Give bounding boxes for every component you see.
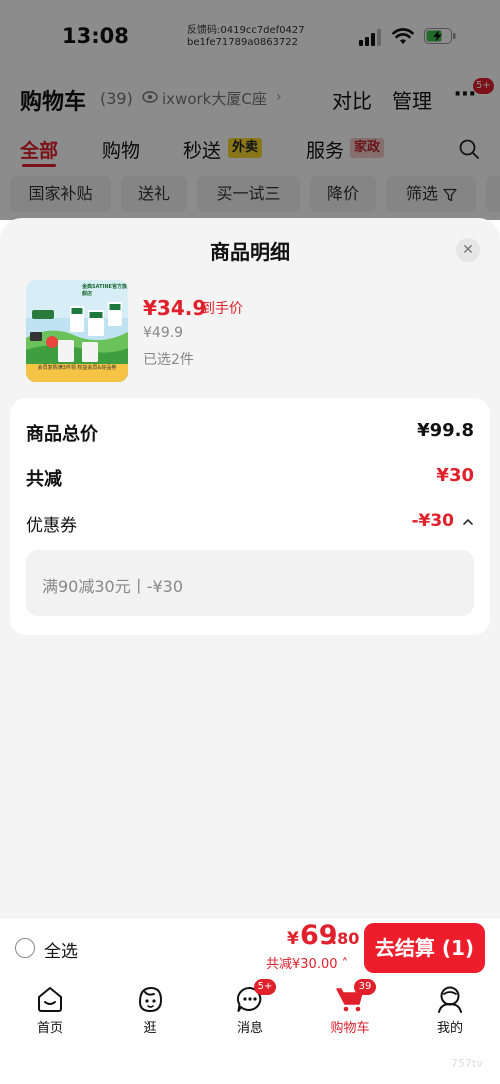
- sheet-title: 商品明细: [210, 240, 290, 264]
- home-icon: [38, 987, 62, 1012]
- final-price-label: 到手价: [201, 301, 243, 317]
- tab-browse[interactable]: 逛: [100, 977, 200, 1041]
- thumbnail-store-label: 金典SATINE官方旗舰店: [82, 284, 127, 297]
- checkout-bar: 全选 ¥ 69 .80 共减¥30.00 ˄ 去结算 (1): [0, 917, 500, 977]
- product-detail-sheet: 商品明细 ✕ 金典SATINE官方旗舰店 会员复购满3件领 权益会员&好品券 ¥…: [0, 218, 500, 918]
- original-price: ¥49.9: [143, 325, 184, 341]
- profile-icon: [438, 986, 462, 1013]
- coupon-label: 优惠券: [26, 516, 77, 536]
- select-all-checkbox[interactable]: [15, 938, 35, 958]
- price-summary-card: 商品总价 ¥99.8 共减 ¥30 优惠券 -¥30 满90减30元丨-¥30: [10, 398, 490, 635]
- total-price-decimal: .80: [331, 929, 360, 948]
- total-discount[interactable]: 共减¥30.00 ˄: [266, 953, 348, 972]
- tab-messages[interactable]: 5+ 消息: [200, 977, 300, 1041]
- chevron-up-icon: ˄: [341, 957, 349, 972]
- tab-browse-label: 逛: [143, 1021, 157, 1036]
- checkout-button[interactable]: 去结算 (1): [364, 923, 485, 973]
- tab-home[interactable]: 首页: [0, 977, 100, 1041]
- coupon-value[interactable]: -¥30: [411, 511, 454, 531]
- reduction-value: ¥30: [436, 465, 474, 486]
- tab-cart-label: 购物车: [330, 1021, 370, 1036]
- total-currency: ¥: [287, 929, 299, 949]
- messages-badge: 5+: [254, 979, 276, 995]
- thumbnail-promo-banner: 会员复购满3件领 权益会员&好品券: [26, 364, 128, 382]
- product-thumbnail[interactable]: 金典SATINE官方旗舰店 会员复购满3件领 权益会员&好品券: [26, 280, 128, 382]
- reduction-label: 共减: [26, 469, 62, 490]
- bottom-tab-bar: 首页 逛 5+ 消息 39 购物车 我的 757tv: [0, 977, 500, 1084]
- selected-quantity: 已选2件: [143, 352, 194, 368]
- tab-profile-label: 我的: [436, 1021, 463, 1036]
- total-discount-text: 共减¥30.00: [266, 957, 338, 972]
- tab-cart[interactable]: 39 购物车: [300, 977, 400, 1041]
- final-price: ¥34.9: [143, 296, 207, 320]
- coupon-detail: 满90减30元丨-¥30: [26, 550, 474, 616]
- total-price-value: ¥99.8: [417, 420, 474, 441]
- close-icon[interactable]: ✕: [456, 238, 480, 262]
- browse-icon: [138, 986, 163, 1013]
- cart-badge: 39: [354, 979, 376, 995]
- tab-profile[interactable]: 我的: [400, 977, 500, 1041]
- coupon-detail-text: 满90减30元丨-¥30: [42, 577, 184, 596]
- select-all-label[interactable]: 全选: [44, 937, 78, 962]
- watermark: 757tv: [451, 1057, 483, 1070]
- total-price-label: 商品总价: [26, 424, 98, 445]
- dim-overlay[interactable]: [0, 0, 500, 220]
- tab-messages-label: 消息: [236, 1021, 263, 1036]
- chevron-up-icon[interactable]: [462, 516, 474, 528]
- tab-home-label: 首页: [36, 1021, 63, 1036]
